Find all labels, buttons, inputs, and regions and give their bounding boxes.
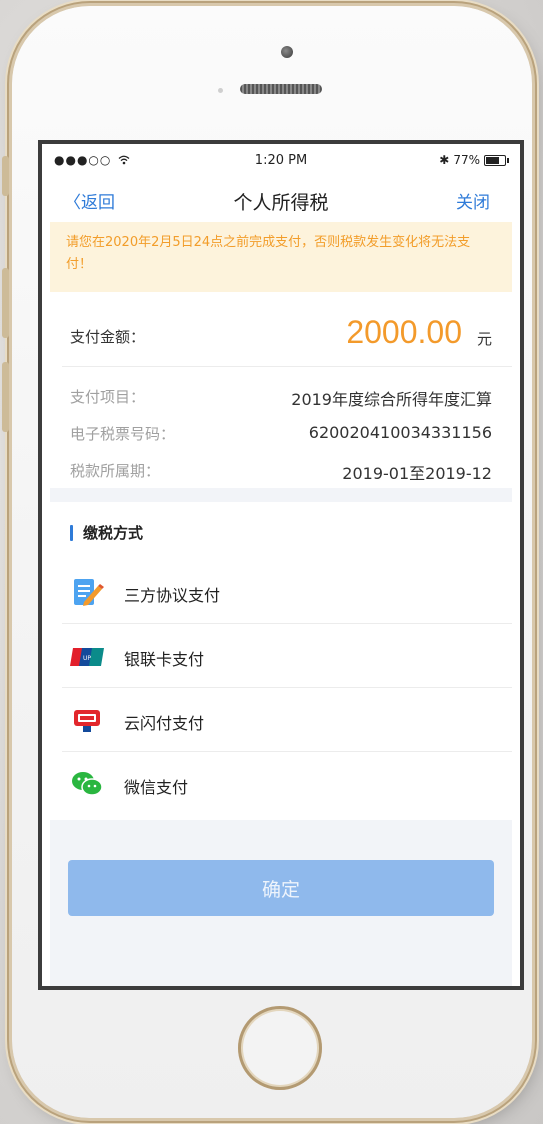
- detail-value: 2019年度综合所得年度汇算: [291, 390, 492, 409]
- mute-switch: [2, 156, 9, 196]
- amount-label: 支付金额：: [70, 328, 146, 346]
- battery-percent: 77%: [453, 153, 480, 167]
- svg-text:UP: UP: [83, 655, 91, 662]
- payment-option-quickpass[interactable]: 云闪付支付: [50, 688, 512, 752]
- battery-icon: [484, 154, 509, 166]
- page-title: 个人所得税: [233, 192, 329, 214]
- detail-label: 电子税票号码：: [70, 425, 176, 443]
- payment-option-agreement[interactable]: 三方协议支付: [50, 560, 512, 624]
- payment-option-wechat[interactable]: 微信支付: [50, 752, 512, 816]
- close-button[interactable]: 关闭: [456, 188, 490, 213]
- home-button[interactable]: [238, 1006, 322, 1090]
- amount-unit: 元: [476, 330, 492, 348]
- payment-deadline-notice: 请您在2020年2月5日24点之前完成支付，否则税款发生变化将无法支付！: [50, 222, 512, 292]
- earpiece-speaker: [240, 84, 322, 94]
- status-bar: ●●●○○ 1:20 PM ✱ 77%: [42, 144, 520, 178]
- bluetooth-icon: ✱: [439, 153, 450, 167]
- payment-option-label: 云闪付支付: [124, 714, 205, 733]
- section-marker: [70, 524, 73, 541]
- section-title: 缴税方式: [83, 524, 144, 542]
- quickpass-icon: [74, 710, 100, 732]
- detail-label: 支付项目：: [70, 388, 146, 406]
- amount-value: 2000.00: [346, 314, 462, 350]
- proximity-sensor: [218, 88, 223, 93]
- volume-up-button: [2, 268, 9, 338]
- agreement-icon: [74, 579, 104, 606]
- volume-down-button: [2, 362, 9, 432]
- detail-row-payment-item: 支付项目： 2019年度综合所得年度汇算: [42, 378, 520, 414]
- detail-value: 2019-01至2019-12: [342, 464, 492, 483]
- section-separator: [50, 488, 512, 502]
- app-screen: ●●●○○ 1:20 PM ✱ 77% 〈返回 个人所得税 关闭 请您在2020…: [38, 140, 524, 990]
- detail-row-tax-period: 税款所属期： 2019-01至2019-12: [42, 452, 520, 488]
- payment-option-label: 三方协议支付: [124, 586, 221, 605]
- wechat-icon: [72, 772, 103, 796]
- front-camera: [281, 46, 293, 58]
- detail-value: 620020410034331156: [308, 423, 492, 442]
- payment-method-header: 缴税方式: [70, 522, 143, 543]
- detail-row-tax-ticket-number: 电子税票号码： 620020410034331156: [42, 415, 520, 451]
- confirm-button[interactable]: 确定: [68, 860, 494, 916]
- divider: [62, 366, 512, 367]
- unionpay-icon: UP: [70, 648, 104, 666]
- status-right-group: ✱ 77%: [439, 153, 509, 167]
- navigation-bar: 〈返回 个人所得税 关闭: [42, 178, 520, 222]
- payment-amount-row: 支付金额： 2000.00 元: [42, 304, 520, 366]
- detail-label: 税款所属期：: [70, 462, 161, 480]
- payment-option-label: 微信支付: [124, 778, 189, 797]
- payment-option-label: 银联卡支付: [124, 650, 205, 669]
- payment-option-unionpay[interactable]: UP 银联卡支付: [50, 624, 512, 688]
